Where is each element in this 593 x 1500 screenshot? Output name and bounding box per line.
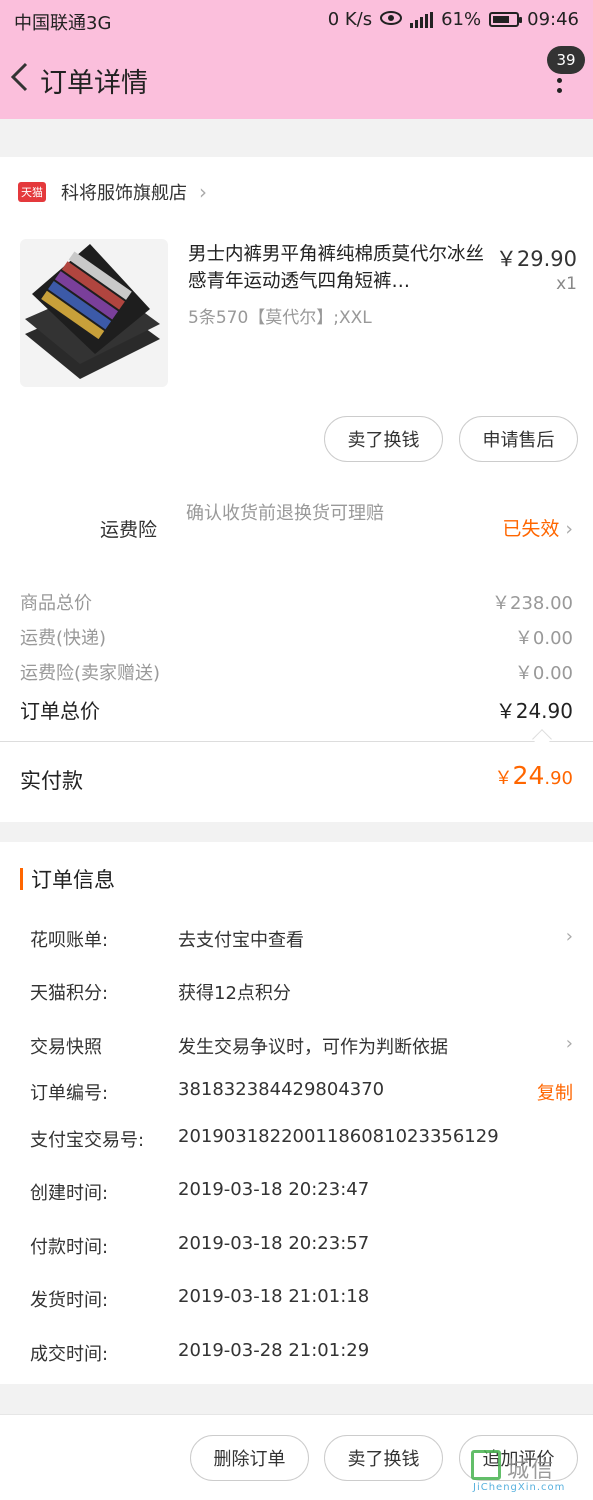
battery-icon	[489, 12, 523, 27]
product-price: ￥29.90	[495, 247, 577, 271]
order-total-label: 订单总价	[20, 699, 100, 723]
chevron-right-icon: ›	[199, 180, 207, 204]
summary-row: 运费(快递) ￥0.00	[20, 624, 573, 650]
accent-bar	[20, 868, 23, 890]
summary-row: 商品总价 ￥238.00	[20, 589, 573, 615]
info-value: 获得12点积分	[178, 983, 291, 1004]
summary-label: 运费(快递)	[20, 628, 107, 649]
order-info-heading: 订单信息	[31, 868, 115, 892]
product-quantity: x1	[556, 274, 577, 294]
sell-button[interactable]: 卖了换钱	[324, 1435, 443, 1481]
sell-button[interactable]: 卖了换钱	[324, 416, 443, 462]
summary-label: 运费险(卖家赠送)	[20, 663, 161, 684]
info-value: 去支付宝中查看	[178, 930, 304, 951]
signal-icon	[410, 11, 434, 28]
divider-notch	[532, 729, 552, 749]
summary-row: 运费险(卖家赠送) ￥0.00	[20, 659, 573, 685]
watermark-text: 城信	[507, 1458, 556, 1483]
order-info-title: 订单信息	[20, 864, 115, 894]
paid-label: 实付款	[20, 769, 83, 793]
eye-icon	[380, 9, 403, 30]
paid-amount: ￥24.90	[495, 761, 573, 790]
bottom-action-bar: 删除订单 卖了换钱 追加评价 城信 JiChengXin.com	[0, 1414, 593, 1500]
info-label: 交易快照	[30, 1037, 102, 1058]
info-label: 创建时间:	[30, 1183, 109, 1204]
summary-label: 商品总价	[20, 593, 92, 614]
order-total-row: 订单总价 ￥24.90	[20, 695, 573, 724]
info-label: 天猫积分:	[30, 983, 109, 1004]
tmall-icon: 天猫	[18, 182, 46, 202]
app-header: 订单详情 39	[0, 40, 593, 119]
info-value: 2019-03-28 21:01:29	[178, 1340, 370, 1361]
status-right: 0 K/s 61% 09:46	[328, 9, 579, 30]
info-label: 订单编号:	[30, 1083, 109, 1104]
shop-link[interactable]: 天猫 科将服饰旗舰店 ›	[18, 179, 207, 205]
watermark-logo-icon	[471, 1450, 501, 1480]
battery-percent: 61%	[441, 9, 482, 30]
product-title[interactable]: 男士内裤男平角裤纯棉质莫代尔冰丝感青年运动透气四角短裤…	[188, 241, 488, 295]
page-title: 订单详情	[40, 68, 148, 99]
info-label: 花呗账单:	[30, 930, 109, 951]
summary-value: ￥238.00	[492, 593, 573, 614]
paid-currency: ￥	[494, 768, 513, 789]
summary-value: ￥0.00	[514, 628, 573, 649]
delete-order-button[interactable]: 删除订单	[190, 1435, 309, 1481]
notification-badge: 39	[547, 46, 585, 74]
network-speed: 0 K/s	[327, 9, 373, 30]
paid-integer: 24	[512, 761, 545, 790]
chevron-right-icon: ›	[565, 1033, 573, 1054]
divider	[0, 741, 593, 742]
info-label: 成交时间:	[30, 1344, 109, 1365]
site-watermark: 城信 JiChengXin.com	[471, 1448, 589, 1494]
info-value: 2019031822001186081023356129	[178, 1126, 499, 1147]
info-value: 2019-03-18 20:23:57	[178, 1233, 370, 1254]
shop-name: 科将服饰旗舰店	[61, 183, 187, 204]
chevron-right-icon: ›	[565, 926, 573, 947]
back-button[interactable]	[8, 58, 32, 96]
status-bar: 中国联通3G 0 K/s 61% 09:46	[0, 0, 593, 40]
watermark-url: JiChengXin.com	[473, 1482, 566, 1493]
product-thumbnail[interactable]	[20, 239, 168, 387]
info-value: 2019-03-18 21:01:18	[178, 1286, 370, 1307]
info-value: 发生交易争议时，可作为判断依据	[178, 1037, 448, 1058]
clock: 09:46	[527, 9, 579, 30]
info-value: 381832384429804370	[178, 1079, 385, 1100]
copy-button[interactable]: 复制	[537, 1079, 573, 1105]
summary-value: ￥0.00	[514, 663, 573, 684]
after-sales-button[interactable]: 申请售后	[459, 416, 578, 462]
chevron-left-icon	[10, 62, 28, 92]
info-value: 2019-03-18 20:23:47	[178, 1179, 370, 1200]
insurance-status-text: 已失效	[502, 518, 560, 540]
shipping-insurance-status[interactable]: 已失效 ›	[502, 514, 573, 541]
info-label: 支付宝交易号:	[30, 1130, 145, 1151]
info-label: 付款时间:	[30, 1237, 109, 1258]
product-sku: 5条570【莫代尔】;XXL	[188, 308, 372, 328]
info-label: 发货时间:	[30, 1290, 109, 1311]
order-info-card: 订单信息 花呗账单: 去支付宝中查看 › 天猫积分: 获得12点积分 交易快照 …	[0, 842, 593, 1384]
paid-decimal: .90	[544, 768, 573, 789]
shipping-insurance-label: 运费险	[100, 519, 158, 541]
order-total-value: ￥24.90	[495, 699, 573, 723]
shipping-insurance-desc: 确认收货前退换货可理赔	[186, 503, 384, 524]
chevron-right-icon: ›	[565, 518, 573, 540]
carrier-label: 中国联通3G	[14, 13, 112, 34]
order-card: 天猫 科将服饰旗舰店 › 男士内裤男平角裤纯棉质莫代尔冰丝感青年运动透气四角短裤…	[0, 157, 593, 822]
